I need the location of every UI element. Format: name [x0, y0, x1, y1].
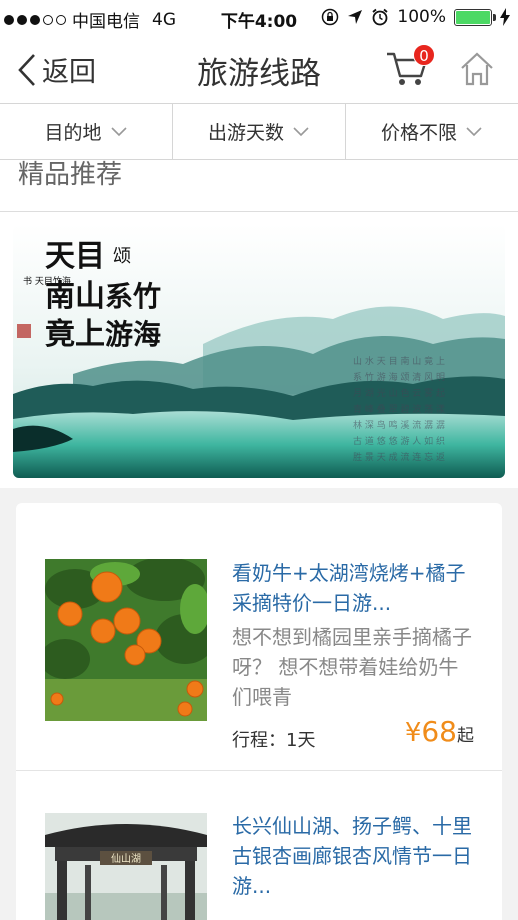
route-thumbnail: [45, 559, 207, 721]
orange-tree-image: [45, 559, 207, 721]
svg-text:月 湖 光 山 色 云 雾 起: 月 湖 光 山 色 云 雾 起: [353, 387, 445, 399]
svg-text:竟上: 竟上: [45, 317, 105, 352]
svg-text:系竹: 系竹: [105, 280, 161, 313]
filter-label: 出游天数: [207, 122, 284, 144]
nav-bar: 返回 旅游线路 0: [0, 36, 518, 104]
route-list: 看奶牛+太湖湾烧烤+橘子采摘特价一日游... 想不想到橘园里亲手摘橘子呀？ 想不…: [16, 503, 502, 920]
svg-text:天目: 天目: [45, 239, 105, 274]
route-duration: 行程：1天: [232, 730, 316, 751]
cart-button[interactable]: 0: [385, 44, 435, 92]
home-button[interactable]: [458, 50, 496, 88]
alarm-clock-icon: [372, 8, 388, 26]
price-suffix: 起: [457, 726, 474, 746]
filter-destination[interactable]: 目的地: [0, 104, 173, 159]
battery-percent: 100%: [397, 7, 446, 27]
route-price: ¥68起: [405, 715, 474, 748]
back-label: 返回: [42, 57, 96, 88]
section-title: 精品推荐: [18, 160, 123, 190]
filter-bar: 目的地 出游天数 价格不限: [0, 104, 518, 160]
landscape-painting: 山 水 天 目 南 山 竟 上 系 竹 游 海 颂 清 风 明 月 湖 光 山 …: [13, 224, 505, 478]
route-thumbnail: 仙山湖: [45, 813, 207, 920]
svg-text:山 水 天 目 南 山 竟 上: 山 水 天 目 南 山 竟 上: [353, 355, 445, 367]
orientation-lock-icon: [322, 8, 339, 26]
battery-icon: [454, 8, 496, 26]
route-description: 想不想到橘园里亲手摘橘子呀？ 想不想带着娃给奶牛们喂青: [232, 625, 472, 709]
svg-text:系 竹 游 海 颂 清 风 明: 系 竹 游 海 颂 清 风 明: [353, 371, 445, 383]
filter-days[interactable]: 出游天数: [173, 104, 346, 159]
location-arrow-icon: [348, 10, 363, 24]
svg-text:胜 景 天 成 流 连 忘 返: 胜 景 天 成 流 连 忘 返: [353, 451, 445, 463]
filter-price[interactable]: 价格不限: [346, 104, 518, 159]
banner-section: 山 水 天 目 南 山 竟 上 系 竹 游 海 颂 清 风 明 月 湖 光 山 …: [0, 212, 518, 488]
route-title[interactable]: 长兴仙山湖、扬子鳄、十里古银杏画廊银杏风情节一日游...: [232, 811, 472, 901]
svg-text:颂: 颂: [113, 246, 131, 267]
back-button[interactable]: 返回: [16, 50, 96, 89]
filter-label: 目的地: [44, 122, 102, 144]
route-item[interactable]: 仙山湖 长兴仙山湖、扬子鳄、十里古银杏画廊银杏风情节一日游...: [16, 783, 502, 920]
section-heading: 精品推荐: [0, 160, 518, 212]
svg-text:南山: 南山: [45, 279, 105, 314]
home-icon: [461, 52, 493, 86]
chevron-down-icon: [110, 126, 127, 136]
chevron-down-icon: [466, 126, 482, 136]
chevron-down-icon: [293, 126, 309, 136]
route-title[interactable]: 看奶牛+太湖湾烧烤+橘子采摘特价一日游...: [232, 558, 472, 618]
gate-sign: 仙山湖: [111, 852, 141, 865]
status-right: 100%: [321, 7, 510, 27]
price-currency: ¥: [404, 718, 422, 748]
cart-count-badge: 0: [413, 44, 435, 66]
svg-text:青 峰 叠 翠 碧 波 荡 漾: 青 峰 叠 翠 碧 波 荡 漾: [353, 403, 445, 415]
status-bar: 中国电信 4G 下午4:00 100%: [0, 0, 518, 36]
svg-text:林 深 鸟 鸣 溪 流 潺 潺: 林 深 鸟 鸣 溪 流 潺 潺: [353, 419, 445, 431]
svg-text:游海: 游海: [105, 318, 161, 351]
filter-label: 价格不限: [380, 122, 457, 144]
route-item[interactable]: 看奶牛+太湖湾烧烤+橘子采摘特价一日游... 想不想到橘园里亲手摘橘子呀？ 想不…: [16, 503, 502, 771]
chevron-left-icon: [18, 53, 35, 86]
charging-bolt-icon: [500, 8, 510, 26]
featured-banner[interactable]: 山 水 天 目 南 山 竟 上 系 竹 游 海 颂 清 风 明 月 湖 光 山 …: [13, 224, 505, 478]
gate-image: 仙山湖: [45, 813, 207, 920]
svg-text:古 道 悠 悠 游 人 如 织: 古 道 悠 悠 游 人 如 织: [353, 435, 445, 447]
price-amount: 68: [421, 715, 457, 748]
